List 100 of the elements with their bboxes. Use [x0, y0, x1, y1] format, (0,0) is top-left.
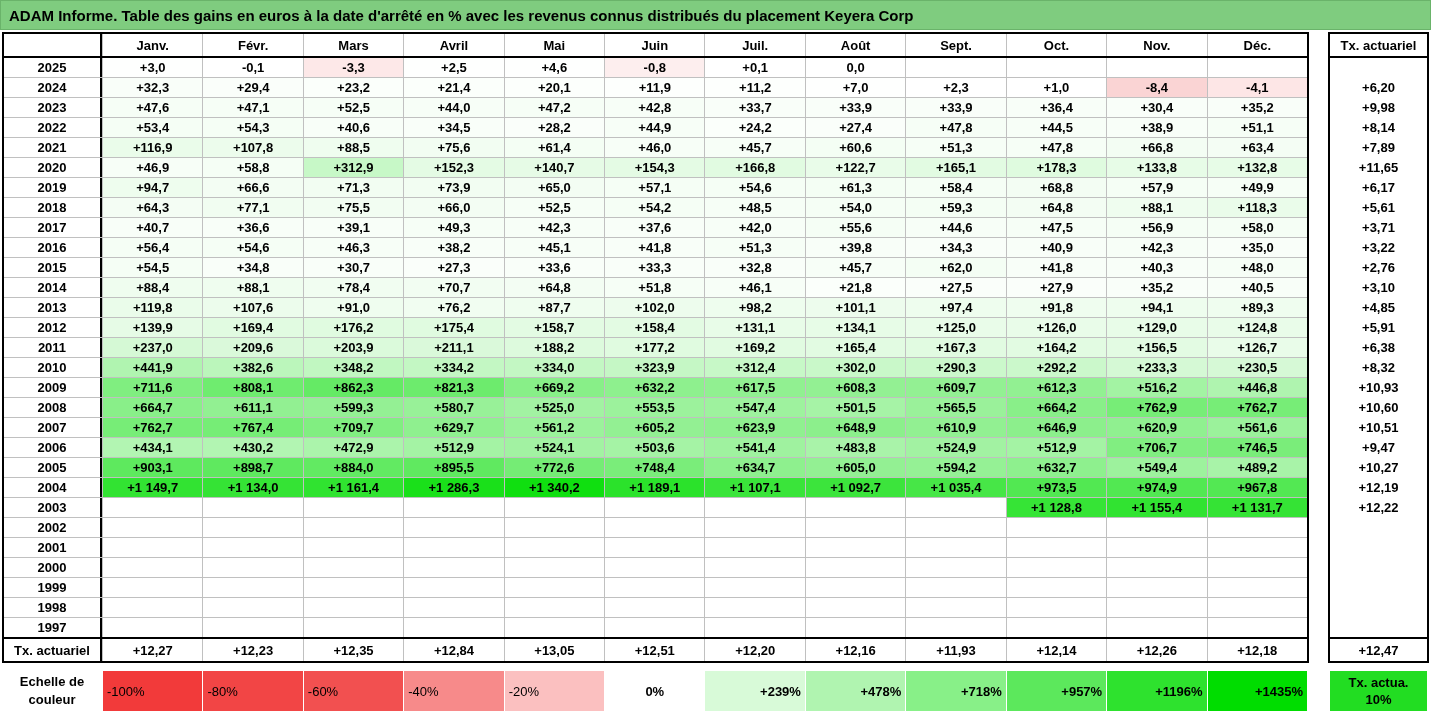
table-cell: +617,5: [705, 378, 805, 397]
table-cell: +125,0: [906, 318, 1006, 337]
row-header: 2020: [4, 158, 102, 177]
table-cell: +669,2: [504, 378, 605, 397]
table-cell: -4,1: [1207, 78, 1307, 97]
total-cell: +12,26: [1107, 639, 1207, 661]
row-header: 1999: [4, 578, 102, 597]
total-cell: +12,14: [1006, 639, 1107, 661]
column-header: Avril: [404, 34, 504, 56]
row-header: 2023: [4, 98, 102, 117]
table-cell: +61,4: [504, 138, 605, 157]
column-header: Juil.: [705, 34, 805, 56]
table-cell: +605,0: [805, 458, 906, 477]
row-header: 2006: [4, 438, 102, 457]
table-cell: +42,8: [605, 98, 705, 117]
table-cell: +862,3: [303, 378, 404, 397]
column-header: Mai: [504, 34, 605, 56]
table-cell: +27,4: [805, 118, 906, 137]
table-cell: +21,4: [404, 78, 504, 97]
table-cell: -8,4: [1107, 78, 1207, 97]
row-header: 2022: [4, 118, 102, 137]
table-cell: +34,5: [404, 118, 504, 137]
table-cell: +237,0: [103, 338, 203, 357]
table-cell: +516,2: [1107, 378, 1207, 397]
legend-swatch: -20%: [504, 671, 605, 711]
table-cell: +63,4: [1207, 138, 1307, 157]
table-cell: +623,9: [705, 418, 805, 437]
table-cell: +20,1: [504, 78, 605, 97]
table-cell: +164,2: [1006, 338, 1107, 357]
row-header: 2015: [4, 258, 102, 277]
table-cell: +42,0: [705, 218, 805, 237]
table-cell: +33,6: [504, 258, 605, 277]
column-header: Févr.: [203, 34, 303, 56]
table-cell: +75,5: [303, 198, 404, 217]
row-header: 2019: [4, 178, 102, 197]
table-cell: +45,1: [504, 238, 605, 257]
table-cell: +634,7: [705, 458, 805, 477]
table-cell: +51,3: [906, 138, 1006, 157]
table-cell: +472,9: [303, 438, 404, 457]
table-cell: +124,8: [1207, 318, 1307, 337]
table-cell: +2,5: [404, 58, 504, 77]
table-cell: +599,3: [303, 398, 404, 417]
legend-label: Echelle de couleur: [18, 673, 86, 709]
table-cell: +107,6: [203, 298, 303, 317]
table-cell: +158,4: [605, 318, 705, 337]
table-cell: +1 107,1: [705, 478, 805, 497]
table-cell: +64,3: [103, 198, 203, 217]
table-cell: +88,5: [303, 138, 404, 157]
table-cell: +37,6: [605, 218, 705, 237]
table-cell: +62,0: [906, 258, 1006, 277]
legend-swatch: +1196%: [1107, 671, 1207, 711]
table-cell: +45,7: [805, 258, 906, 277]
table-cell: +88,4: [103, 278, 203, 297]
table-cell: +821,3: [404, 378, 504, 397]
table-cell: +21,8: [805, 278, 906, 297]
row-header: 2002: [4, 518, 102, 537]
table-cell: +66,6: [203, 178, 303, 197]
table-cell: +175,4: [404, 318, 504, 337]
table-cell: +895,5: [404, 458, 504, 477]
table-cell: +605,2: [605, 418, 705, 437]
table-cell: +711,6: [103, 378, 203, 397]
table-cell: +553,5: [605, 398, 705, 417]
table-cell: +1 134,0: [203, 478, 303, 497]
table-cell: +36,6: [203, 218, 303, 237]
legend-swatch: +957%: [1006, 671, 1107, 711]
column-header: Août: [805, 34, 906, 56]
table-cell: +483,8: [805, 438, 906, 457]
table-cell: +54,3: [203, 118, 303, 137]
table-cell: +1,0: [1006, 78, 1107, 97]
table-cell: +7,0: [805, 78, 906, 97]
table-cell: +34,8: [203, 258, 303, 277]
total-cell: +12,35: [303, 639, 404, 661]
table-cell: +334,0: [504, 358, 605, 377]
table-cell: +126,0: [1006, 318, 1107, 337]
row-header: 2003: [4, 498, 102, 517]
total-cell: +13,05: [504, 639, 605, 661]
table-cell: +767,4: [203, 418, 303, 437]
table-cell: +44,9: [605, 118, 705, 137]
table-cell: +35,2: [1207, 98, 1307, 117]
table-cell: +35,0: [1207, 238, 1307, 257]
table-cell: +40,9: [1006, 238, 1107, 257]
table-cell: +903,1: [103, 458, 203, 477]
table-cell: +54,2: [605, 198, 705, 217]
total-cell: +12,16: [805, 639, 906, 661]
row-header: 2010: [4, 358, 102, 377]
table-cell: +0,1: [705, 58, 805, 77]
table-cell: +302,0: [805, 358, 906, 377]
table-cell: +64,8: [504, 278, 605, 297]
table-cell: +119,8: [103, 298, 203, 317]
table-cell: +54,0: [805, 198, 906, 217]
table-cell: +608,3: [805, 378, 906, 397]
table-cell: +165,4: [805, 338, 906, 357]
row-header: 2001: [4, 538, 102, 557]
table-cell: +11,2: [705, 78, 805, 97]
total-cell: +12,84: [404, 639, 504, 661]
column-header: Nov.: [1107, 34, 1207, 56]
table-cell: +24,2: [705, 118, 805, 137]
table-cell: +620,9: [1107, 418, 1207, 437]
table-cell: +49,3: [404, 218, 504, 237]
row-header: 2004: [4, 478, 102, 497]
